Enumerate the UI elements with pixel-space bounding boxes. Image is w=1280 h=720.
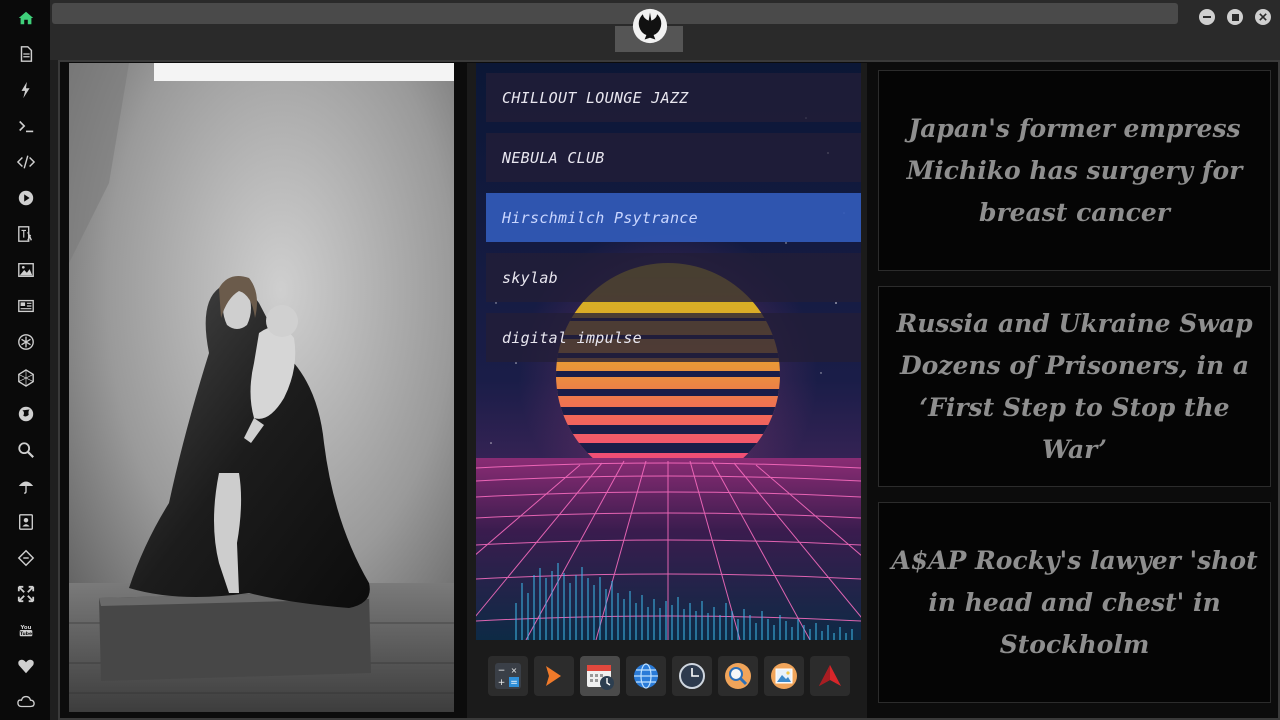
globe-icon[interactable] bbox=[12, 400, 40, 428]
terminal-icon[interactable] bbox=[12, 112, 40, 140]
web-browser-icon[interactable] bbox=[626, 656, 666, 696]
news-headline: Russia and Ukraine Swap Dozens of Prison… bbox=[896, 308, 1253, 464]
sidebar: You Tube bbox=[0, 0, 50, 720]
clock-icon[interactable] bbox=[672, 656, 712, 696]
image-icon[interactable] bbox=[12, 256, 40, 284]
station-item[interactable]: CHILLOUT LOUNGE JAZZ bbox=[486, 73, 861, 122]
lightning-icon[interactable] bbox=[12, 76, 40, 104]
title-bar bbox=[50, 0, 1280, 60]
code-icon[interactable] bbox=[12, 148, 40, 176]
fullscreen-icon[interactable] bbox=[12, 580, 40, 608]
play-icon[interactable] bbox=[12, 184, 40, 212]
hexagon-icon[interactable] bbox=[12, 364, 40, 392]
image-viewer-icon[interactable] bbox=[764, 656, 804, 696]
station-item[interactable]: digital impulse bbox=[486, 313, 861, 362]
svg-text:+: + bbox=[498, 678, 506, 688]
youtube-icon[interactable]: You Tube bbox=[12, 616, 40, 644]
home-icon[interactable] bbox=[12, 4, 40, 32]
search-app-icon[interactable] bbox=[718, 656, 758, 696]
station-item-selected[interactable]: Hirschmilch Psytrance bbox=[486, 193, 861, 242]
station-item[interactable]: NEBULA CLUB bbox=[486, 133, 861, 182]
station-item[interactable]: skylab bbox=[486, 253, 861, 302]
photo-panel bbox=[69, 63, 454, 712]
portrait-photo bbox=[69, 63, 454, 712]
news-card[interactable]: Russia and Ukraine Swap Dozens of Prison… bbox=[878, 286, 1271, 487]
news-card[interactable]: A$AP Rocky's lawyer 'shot in head and ch… bbox=[878, 502, 1271, 703]
address-bar[interactable] bbox=[52, 3, 1178, 24]
newspaper-icon[interactable] bbox=[12, 292, 40, 320]
translate-icon[interactable] bbox=[12, 220, 40, 248]
terminal-app-icon[interactable] bbox=[534, 656, 574, 696]
search-icon[interactable] bbox=[12, 436, 40, 464]
heart-icon[interactable] bbox=[12, 652, 40, 680]
code-fork-icon[interactable] bbox=[12, 544, 40, 572]
svg-text:×: × bbox=[511, 666, 518, 675]
svg-text:−: − bbox=[498, 666, 506, 676]
calculator-icon[interactable]: − × + = bbox=[488, 656, 528, 696]
rebel-alliance-logo bbox=[632, 8, 668, 44]
close-button[interactable] bbox=[1255, 9, 1271, 25]
news-headline: Japan's former empress Michiko has surge… bbox=[906, 113, 1243, 227]
news-headline: A$AP Rocky's lawyer 'shot in head and ch… bbox=[891, 545, 1258, 659]
rocket-icon[interactable] bbox=[810, 656, 850, 696]
cloud-icon[interactable] bbox=[12, 688, 40, 716]
news-card[interactable]: Japan's former empress Michiko has surge… bbox=[878, 70, 1271, 271]
document-icon[interactable] bbox=[12, 40, 40, 68]
maximize-button[interactable] bbox=[1227, 9, 1243, 25]
svg-text:Tube: Tube bbox=[20, 631, 32, 637]
contacts-icon[interactable] bbox=[12, 508, 40, 536]
svg-text:=: = bbox=[510, 678, 518, 688]
rebel-alliance-icon[interactable] bbox=[12, 328, 40, 356]
minimize-button[interactable] bbox=[1199, 9, 1215, 25]
umbrella-icon[interactable] bbox=[12, 472, 40, 500]
calendar-icon[interactable] bbox=[580, 656, 620, 696]
